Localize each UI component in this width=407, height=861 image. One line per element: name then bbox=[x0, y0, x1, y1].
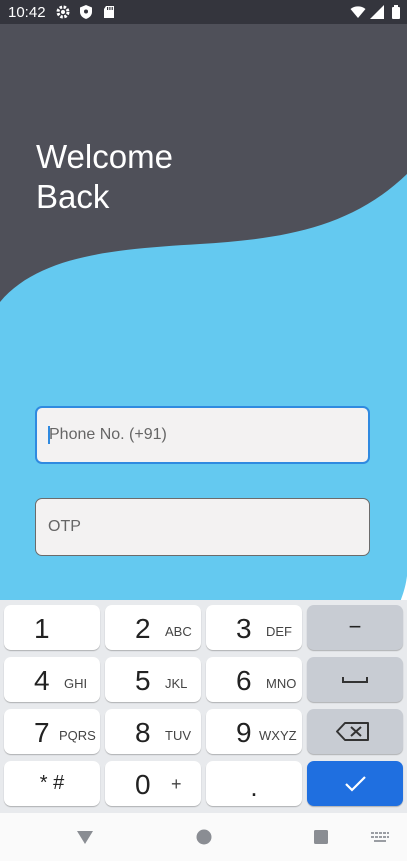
key-2[interactable]: 2 ABC bbox=[105, 605, 201, 650]
check-icon bbox=[345, 776, 366, 792]
sd-card-icon bbox=[104, 6, 114, 18]
key-digit: 2 bbox=[135, 613, 151, 644]
key-digit: 3 bbox=[236, 613, 252, 644]
key-digit: 9 bbox=[236, 717, 252, 748]
text-cursor bbox=[48, 426, 50, 444]
back-icon[interactable] bbox=[73, 825, 97, 849]
backspace-icon bbox=[336, 722, 369, 741]
key-letters: DEF bbox=[266, 624, 292, 639]
otp-field[interactable] bbox=[35, 498, 370, 556]
key-letters: TUV bbox=[165, 728, 191, 743]
wifi-icon bbox=[350, 6, 366, 18]
key-dot-label: . bbox=[250, 772, 258, 802]
battery-icon bbox=[392, 5, 400, 19]
key-digit: 0 bbox=[135, 769, 151, 800]
key-digit: 6 bbox=[236, 665, 252, 696]
key-letters: PQRS bbox=[59, 728, 96, 743]
status-bar: 10:42 bbox=[0, 0, 407, 24]
key-backspace[interactable] bbox=[307, 709, 403, 754]
home-icon[interactable] bbox=[192, 825, 216, 849]
navigation-bar bbox=[0, 813, 407, 861]
key-5[interactable]: 5 JKL bbox=[105, 657, 201, 702]
status-time: 10:42 bbox=[8, 4, 46, 21]
numeric-keyboard: 1 2 ABC 3 DEF − 4 GHI 5 JKL 6 MNO 7 PQRS… bbox=[0, 600, 407, 813]
key-digit: 7 bbox=[34, 717, 50, 748]
key-dot[interactable]: . bbox=[206, 761, 302, 806]
key-digit: 8 bbox=[135, 717, 151, 748]
done-button[interactable] bbox=[307, 761, 403, 806]
key-7[interactable]: 7 PQRS bbox=[4, 709, 100, 754]
key-plus: + bbox=[171, 774, 182, 794]
key-space[interactable] bbox=[307, 657, 403, 702]
welcome-heading: Welcome Back bbox=[36, 137, 173, 217]
phone-field[interactable] bbox=[35, 406, 370, 464]
shield-icon bbox=[80, 5, 92, 19]
space-icon bbox=[342, 677, 368, 683]
key-letters: WXYZ bbox=[259, 728, 297, 743]
key-9[interactable]: 9 WXYZ bbox=[206, 709, 302, 754]
otp-input[interactable] bbox=[36, 499, 369, 555]
key-8[interactable]: 8 TUV bbox=[105, 709, 201, 754]
key-letters: GHI bbox=[64, 676, 88, 691]
welcome-line-1: Welcome bbox=[36, 138, 173, 175]
key-star-hash[interactable]: * # bbox=[4, 761, 100, 806]
key-4[interactable]: 4 GHI bbox=[4, 657, 100, 702]
key-letters: MNO bbox=[266, 676, 297, 691]
key-1[interactable]: 1 bbox=[4, 605, 100, 650]
phone-input[interactable] bbox=[37, 408, 368, 462]
keyboard-switch-icon[interactable] bbox=[368, 825, 392, 849]
signal-icon bbox=[370, 5, 384, 19]
key-digit: 4 bbox=[34, 665, 50, 696]
recents-icon[interactable] bbox=[309, 825, 333, 849]
key-digit: 1 bbox=[34, 613, 50, 644]
gear-icon bbox=[56, 5, 70, 19]
key-6[interactable]: 6 MNO bbox=[206, 657, 302, 702]
key-star-hash-label: * # bbox=[39, 772, 65, 794]
key-letters: JKL bbox=[165, 676, 188, 691]
key-letters: ABC bbox=[165, 624, 192, 639]
key-minus[interactable]: − bbox=[307, 605, 403, 650]
key-3[interactable]: 3 DEF bbox=[206, 605, 302, 650]
welcome-line-2: Back bbox=[36, 178, 110, 215]
key-minus-label: − bbox=[348, 614, 362, 639]
key-digit: 5 bbox=[135, 665, 151, 696]
key-0[interactable]: 0 + bbox=[105, 761, 201, 806]
